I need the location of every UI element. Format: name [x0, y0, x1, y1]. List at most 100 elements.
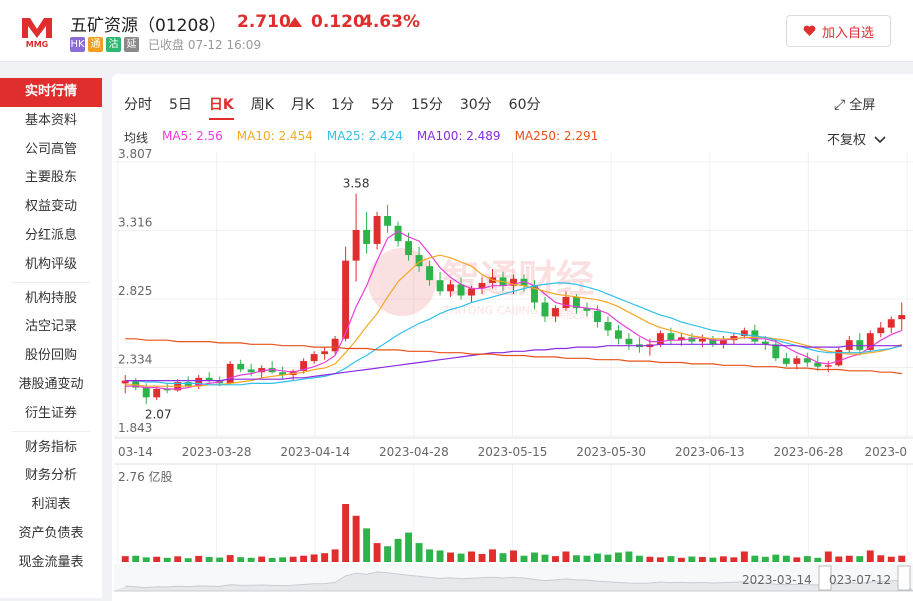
- volume-bar: [321, 553, 329, 562]
- volume-bar: [635, 555, 643, 562]
- volume-bar: [614, 552, 622, 562]
- volume-bar: [877, 555, 885, 562]
- candle-body: [184, 382, 192, 387]
- x-tick-label: 2023-0: [864, 445, 907, 459]
- x-tick-label: 2023-05-15: [478, 445, 548, 459]
- market-status: 已收盘 07-12 16:09: [148, 38, 262, 52]
- x-tick-label: 03-14: [118, 445, 153, 459]
- sidebar-item[interactable]: 财务分析: [0, 462, 102, 491]
- sidebar-item[interactable]: 机构评级: [0, 251, 102, 280]
- volume-bar: [468, 551, 475, 562]
- stock-tags: HK 通 沽 延 已收盘 07-12 16:09: [70, 36, 261, 53]
- volume-bar: [258, 556, 266, 562]
- y-tick-label: 3.807: [118, 147, 152, 161]
- candle-body: [772, 344, 780, 359]
- sidebar-divider: [12, 281, 90, 283]
- candle-body: [468, 288, 475, 296]
- candle-body: [614, 330, 622, 339]
- volume-bar: [604, 554, 612, 562]
- volume-bar: [478, 554, 486, 562]
- candle-body: [656, 333, 664, 345]
- volume-bar: [289, 556, 297, 562]
- candle-body: [153, 388, 161, 398]
- sidebar-item[interactable]: 分红派息: [0, 222, 102, 251]
- candle-body: [887, 319, 895, 328]
- candle-body: [667, 333, 675, 341]
- candle-body: [593, 310, 601, 323]
- candle-body: [352, 229, 360, 261]
- grid-lines: [114, 152, 913, 564]
- volume-bar: [457, 553, 465, 562]
- volume-bar: [121, 556, 129, 562]
- heart-icon: [803, 25, 816, 36]
- candle-body: [698, 338, 706, 342]
- delay-tag: 延: [124, 37, 139, 52]
- sidebar-item[interactable]: 公司高管: [0, 136, 102, 165]
- volume-bar: [814, 557, 822, 562]
- volume-bar: [363, 528, 371, 562]
- volume-bar: [352, 515, 360, 562]
- volume-bar: [677, 557, 685, 562]
- max-price-label: 3.58: [343, 177, 370, 191]
- volume-bar: [489, 549, 496, 562]
- sidebar-item[interactable]: 股份回购: [0, 342, 102, 371]
- sidebar-item[interactable]: 利润表: [0, 491, 102, 520]
- up-arrow-icon: [288, 17, 302, 27]
- sidebar-item[interactable]: 权益变动: [0, 193, 102, 222]
- volume-bar: [898, 555, 906, 562]
- kline-chart[interactable]: 智通财经ZHITONG CAIJING 港美股资讯3.8073.3162.8252…: [112, 74, 913, 601]
- sidebar-item[interactable]: 资产负债表: [0, 520, 102, 549]
- sidebar-item[interactable]: 基本资料: [0, 107, 102, 136]
- volume-bar: [184, 558, 192, 562]
- volume-bar: [237, 557, 245, 562]
- range-handle-right[interactable]: [897, 565, 911, 591]
- volume-bar: [373, 543, 381, 562]
- x-tick-label: 2023-03-28: [182, 445, 252, 459]
- price-change: 0.120: [311, 12, 365, 32]
- price-change-pct: 4.63%: [361, 12, 420, 32]
- volume-bar: [342, 504, 350, 562]
- watermark-sub: ZHITONG CAIJING: [442, 304, 538, 317]
- add-to-watchlist-button[interactable]: 加入自选: [786, 15, 891, 47]
- volume-bar: [583, 555, 591, 562]
- volume-bar: [426, 549, 434, 562]
- volume-bar: [856, 556, 864, 562]
- sidebar-item[interactable]: 衍生证券: [0, 400, 102, 429]
- volume-bar: [688, 556, 696, 562]
- sidebar-item[interactable]: 港股通变动: [0, 371, 102, 400]
- volume-bar: [772, 554, 780, 562]
- volume-bar: [174, 556, 182, 562]
- volume-bar: [709, 557, 717, 562]
- volume-bar: [520, 555, 528, 562]
- sidebar-item[interactable]: 机构持股: [0, 285, 102, 314]
- candle-body: [457, 284, 465, 296]
- range-navigator: 2023-03-14 023-07-12: [114, 564, 913, 592]
- candle-body: [310, 354, 318, 362]
- stock-name: 五矿资源（01208）: [70, 16, 227, 36]
- mmg-logo: MMG: [22, 18, 52, 49]
- y-tick-label: 2.825: [118, 284, 152, 298]
- sidebar-item[interactable]: 沽空记录: [0, 313, 102, 342]
- volume-bar: [132, 555, 140, 562]
- hk-tag: HK: [70, 37, 85, 52]
- volume-bar: [195, 555, 203, 562]
- volume-bar: [510, 550, 517, 562]
- volume-bar: [667, 556, 675, 562]
- volume-bar: [824, 551, 832, 562]
- volume-bar: [153, 556, 161, 562]
- sidebar-item[interactable]: 实时行情: [0, 78, 102, 107]
- sidebar-item[interactable]: 现金流量表: [0, 549, 102, 578]
- volume-bar: [835, 556, 843, 562]
- volume-bar: [447, 552, 455, 562]
- candle-body: [237, 363, 245, 370]
- volume-bar: [761, 556, 769, 562]
- volume-bar: [698, 556, 706, 562]
- sidebar-item[interactable]: 财务指标: [0, 434, 102, 463]
- sidebar-item[interactable]: 主要股东: [0, 164, 102, 193]
- y-tick-label: 3.316: [118, 216, 152, 230]
- volume-bar: [415, 543, 423, 562]
- candle-body: [541, 302, 549, 317]
- volume-bar: [887, 556, 895, 562]
- volume-bar: [562, 551, 570, 562]
- stock-price: 2.710: [237, 12, 291, 32]
